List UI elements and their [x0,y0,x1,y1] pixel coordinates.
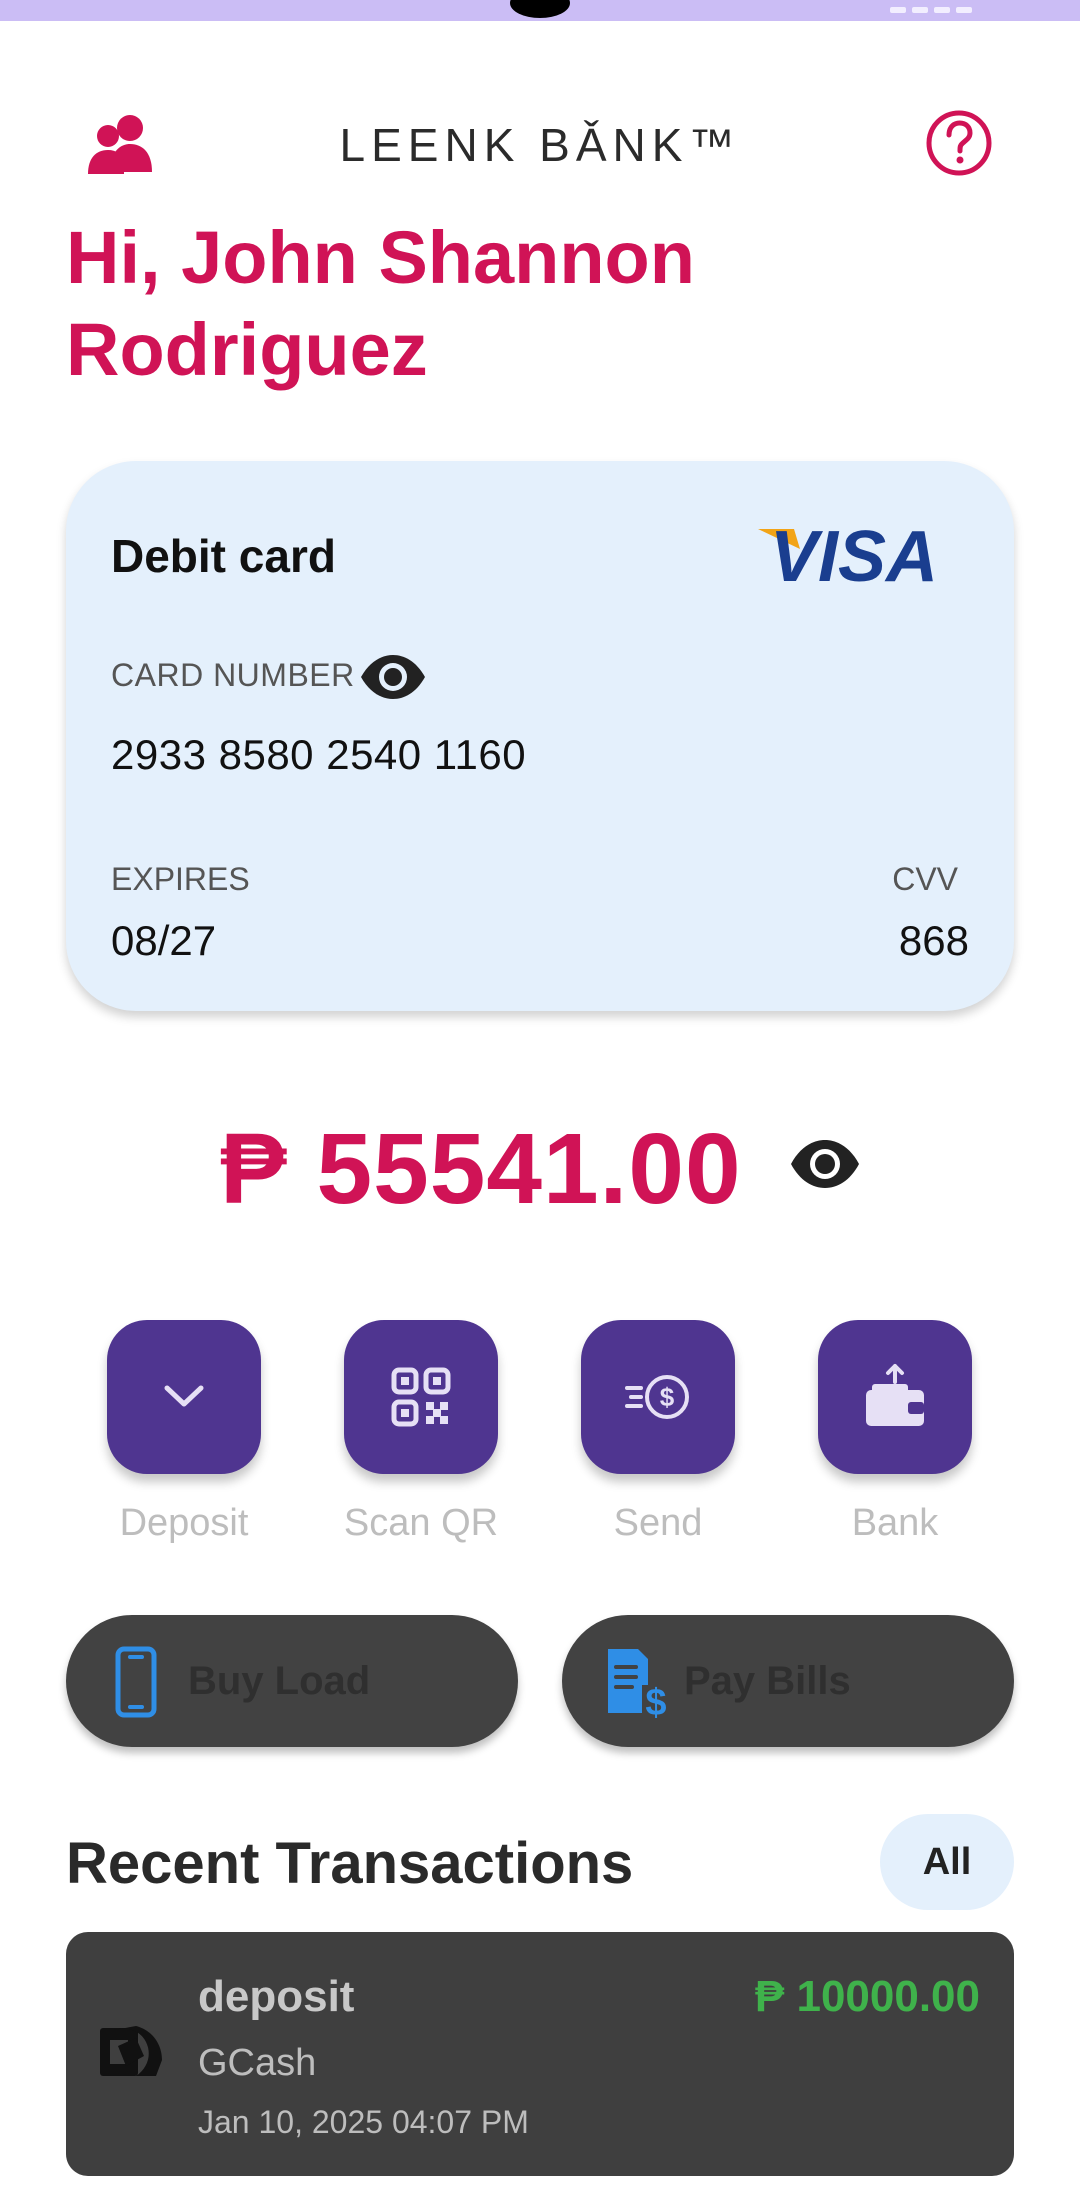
svg-text:$: $ [660,1382,675,1412]
action-scan-qr[interactable]: Scan QR [344,1320,498,1545]
bill-icon: $ [602,1645,667,1724]
scan-qr-button[interactable] [344,1320,498,1474]
send-label: Send [613,1502,703,1544]
brand-logo: LEENK BǍNK™ [339,119,741,171]
phone-icon [106,1645,166,1719]
wallet-icon [866,1364,924,1426]
bank-label: Bank [851,1502,939,1544]
cvv-label: CVV [892,861,958,897]
transaction-type: deposit [198,1972,355,2021]
greeting-title: Hi, John Shannon Rodriguez [66,216,695,391]
card-title: Debit card [111,530,336,582]
deposit-button[interactable] [107,1320,261,1474]
send-button[interactable]: $ [581,1320,735,1474]
visa-logo: VISA [754,517,954,597]
scan-qr-label: Scan QR [343,1502,499,1544]
card-number: 2933 8580 2540 1160 [111,731,527,778]
buy-load-button[interactable]: Buy Load [66,1615,518,1747]
cvv-value: 868 [898,917,969,964]
svg-text:$: $ [645,1682,666,1719]
transaction-source: GCash [198,2042,317,2084]
transaction-date: Jan 10, 2025 04:07 PM [198,2104,529,2140]
card-number-label: CARD NUMBER [111,657,355,693]
svg-text:VISA: VISA [770,519,938,589]
action-bank[interactable]: Bank [818,1320,972,1545]
eye-icon[interactable] [788,1136,862,1192]
eye-icon[interactable] [358,651,428,703]
all-transactions-button[interactable]: All [880,1814,1014,1910]
status-bar [0,0,1080,21]
camera-cutout [510,0,570,18]
action-deposit[interactable]: Deposit [107,1320,261,1545]
chevron-down-icon [164,1385,204,1407]
gcash-logo-icon [96,2020,166,2086]
expires-value: 08/27 [111,917,217,964]
expires-label: EXPIRES [111,861,250,897]
action-send[interactable]: $ Send [581,1320,735,1545]
transaction-row[interactable]: deposit ₱ 10000.00 GCash Jan 10, 2025 04… [66,1932,1014,2176]
deposit-label: Deposit [119,1502,249,1544]
help-circle-icon[interactable] [924,108,994,178]
transaction-amount: ₱ 10000.00 [754,1972,980,2021]
pay-bills-button[interactable]: $ Pay Bills [562,1615,1014,1747]
buy-load-label: Buy Load [188,1659,371,1703]
qr-code-icon [391,1367,451,1427]
balance-amount: ₱ 55541.00 [220,1113,742,1225]
bank-button[interactable] [818,1320,972,1474]
pay-bills-label: Pay Bills [684,1659,851,1703]
debit-card[interactable]: Debit card VISA CARD NUMBER 2933 8580 25… [66,461,1014,1011]
recent-transactions-title: Recent Transactions [66,1831,634,1896]
status-indicators [890,0,1040,13]
send-money-icon: $ [625,1375,689,1419]
